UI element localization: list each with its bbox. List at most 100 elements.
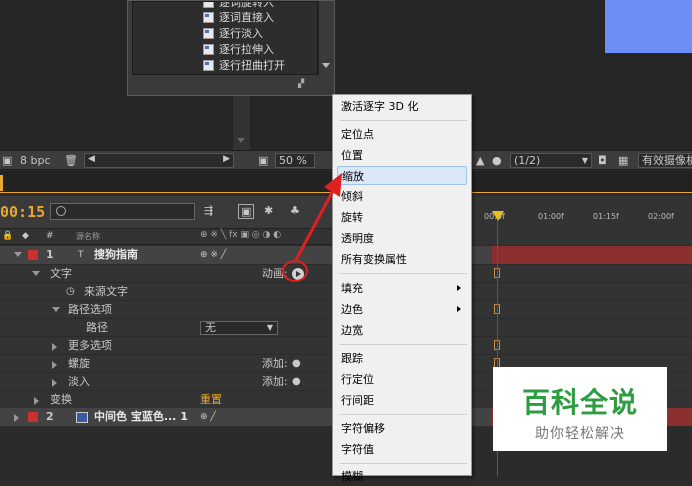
menu-item-position[interactable]: 位置 [339,146,465,165]
solid-layer-icon [76,412,88,423]
expand-toggle-icon[interactable] [32,271,40,276]
add-menu-icon[interactable]: ● [292,355,301,373]
menu-item-stroke-color[interactable]: 边色 [339,300,465,319]
text-group-label: 文字 [50,267,72,280]
add-menu-icon[interactable]: ● [292,373,301,391]
submenu-arrow-icon [457,285,461,291]
menu-separator [339,344,467,345]
effects-presets-panel: 逐词旋转入 逐词直接入 逐行淡入 逐行拉伸入 逐行扭曲打开 ▞ [127,0,335,96]
current-time[interactable]: 00:15 [0,203,45,221]
expand-toggle-icon[interactable] [52,307,60,312]
viewer-scrollbar[interactable]: ◀ ▶ [84,153,234,168]
menu-item-blur[interactable]: 模糊 [339,467,465,486]
preset-item[interactable]: 逐行扭曲打开 [203,58,285,74]
scroll-right-icon[interactable]: ▶ [223,154,230,164]
color-wheel-icon[interactable]: ● [492,154,502,168]
preset-icon [203,2,214,8]
menu-item-stroke-width[interactable]: 边宽 [339,321,465,340]
menu-item-all-transform[interactable]: 所有变换属性 [339,250,465,269]
menu-item-enable-3d[interactable]: 激活逐字 3D 化 [339,97,465,116]
menu-item-tracking[interactable]: 跟踪 [339,349,465,368]
search-icon [56,206,66,216]
bpc-label[interactable]: 8 bpc [20,154,51,168]
transparency-grid-icon[interactable]: ▦ [618,154,628,168]
preset-icon [203,28,214,39]
path-options-label: 路径选项 [68,303,112,316]
expand-toggle-icon[interactable] [14,414,19,422]
scroll-down-icon[interactable] [237,138,245,143]
preset-list: 逐词旋转入 逐词直接入 逐行淡入 逐行拉伸入 逐行扭曲打开 [132,1,318,75]
layer-duration-bar[interactable] [492,246,692,264]
preset-item[interactable]: 逐行淡入 [203,26,263,42]
reset-link[interactable]: 重置 [200,391,222,409]
layer-switches[interactable]: ⊕ ╱ [200,408,216,426]
menu-item-fill[interactable]: 填充 [339,279,465,298]
menu-item-line-anchor[interactable]: 行定位 [339,370,465,389]
menu-item-scale[interactable]: 缩放 [337,166,467,185]
expand-toggle-icon[interactable] [34,397,39,405]
scroll-left-icon[interactable]: ◀ [88,154,95,164]
composition-preview [605,0,692,53]
add-label: 添加: [262,375,288,388]
fade-in-label: 淡入 [68,375,90,388]
layer-name[interactable]: 中间色 宝蓝色... 1 [94,408,188,426]
ruler-label: 01:00f [538,212,564,221]
menu-item-skew[interactable]: 倾斜 [339,187,465,206]
layer-name[interactable]: 搜狗指南 [94,246,138,264]
camera-icon[interactable]: ▲ [476,154,484,168]
preset-item[interactable]: 逐词直接入 [203,10,274,26]
label-column-icon: ◆ [22,231,29,241]
watermark-title: 百科全说 [521,386,638,419]
view-dropdown[interactable]: 有效摄像机 [638,153,692,168]
chevron-down-icon: ▼ [266,323,273,332]
lock-column-icon: 🔒 [2,231,14,241]
annotation-arrow [294,173,342,261]
expand-toggle-icon[interactable] [52,343,57,351]
scroll-down-icon[interactable] [322,63,330,68]
expand-toggle-icon[interactable] [52,379,57,387]
expand-toggle-icon[interactable] [14,252,22,257]
flowchart-icon[interactable]: ▣ [2,154,12,168]
stopwatch-icon[interactable]: ◷ [66,283,75,301]
menu-separator [339,414,467,415]
path-label: 路径 [86,321,108,334]
animate-context-menu: 激活逐字 3D 化 定位点 位置 缩放 倾斜 旋转 透明度 所有变换属性 填充 … [332,94,472,483]
label-color-swatch[interactable] [28,412,38,422]
menu-separator [339,463,467,464]
expand-toggle-icon[interactable] [52,361,57,369]
menu-separator [339,273,467,274]
resolution-dropdown[interactable]: (1/2) ▼ [510,153,592,168]
timeline-search-input[interactable] [50,203,195,220]
preset-icon [203,44,214,55]
switches-header: ⊕ ※ ╲ fx ▣ ◎ ◑ ◐ [200,230,282,240]
preset-item[interactable]: 逐行拉伸入 [203,42,274,58]
menu-item-rotation[interactable]: 旋转 [339,208,465,227]
menu-item-anchor-point[interactable]: 定位点 [339,125,465,144]
comp-mini-flowchart-icon[interactable]: ⇶ [204,204,213,217]
menu-item-character-offset[interactable]: 字符偏移 [339,419,465,438]
timeline-tab[interactable] [0,175,3,191]
menu-item-character-value[interactable]: 字符值 [339,440,465,459]
preset-scrollbar[interactable] [318,1,332,75]
chevron-down-icon: ▼ [581,156,588,165]
draft-3d-icon[interactable]: ▣ [238,204,255,219]
layer-number: 1 [46,248,54,261]
roi-icon[interactable]: ◘ [598,154,607,168]
menu-item-opacity[interactable]: 透明度 [339,229,465,248]
resize-grip-icon[interactable]: ▞ [298,79,308,89]
preset-icon [203,12,214,23]
label-color-swatch[interactable] [28,250,38,260]
path-dropdown[interactable]: 无 ▼ [200,321,278,335]
watermark-logo: 百科全说 助你轻松解决 [493,367,667,451]
region-icon[interactable]: ▣ [258,154,268,168]
trash-icon[interactable]: 🗑 [64,154,78,168]
shy-layers-icon[interactable]: ✱ [264,204,273,217]
add-label: 添加: [262,357,288,370]
number-column-label: # [46,231,54,241]
current-time-indicator-head[interactable] [492,211,504,221]
menu-item-line-spacing[interactable]: 行间距 [339,391,465,410]
layer-switches[interactable]: ⊕ ※ ╱ [200,246,226,264]
submenu-arrow-icon [457,306,461,312]
source-name-header[interactable]: 源名称 [76,231,100,242]
annotation-arrow-shaft [294,184,338,261]
